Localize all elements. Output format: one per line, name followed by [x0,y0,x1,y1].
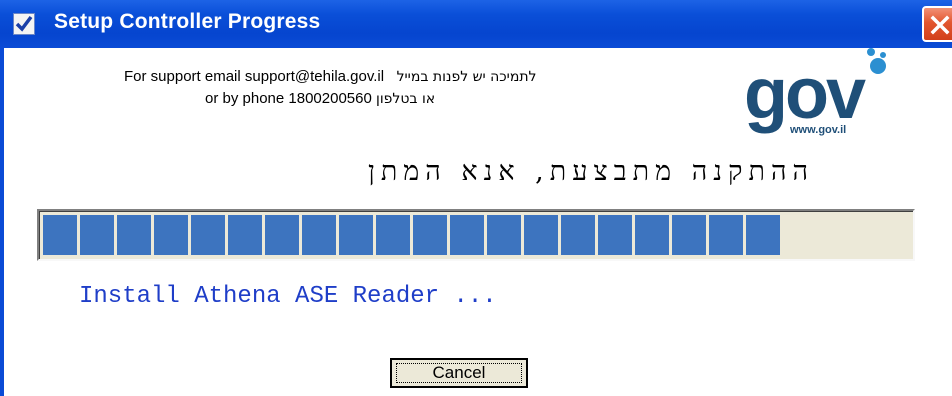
window-frame [0,48,4,396]
progress-block [376,215,410,255]
progress-block [561,215,595,255]
progress-block [450,215,484,255]
progress-block [228,215,262,255]
progress-block [709,215,743,255]
progress-block [635,215,669,255]
support-phone-line: or by phone 1800200560 או בטלפון [205,90,435,107]
support-phone-hebrew: או בטלפון [376,91,436,107]
close-button[interactable] [922,6,952,42]
logo-text: gov [744,54,866,134]
progress-block [117,215,151,255]
progress-block [302,215,336,255]
support-email-text: For support email support@tehila.gov.il [124,68,385,85]
progress-block [413,215,447,255]
support-phone-text: or by phone 1800200560 [205,90,372,107]
logo-url: www.gov.il [790,124,847,136]
progress-fill [43,215,783,255]
status-text: Install Athena ASE Reader ... [79,283,497,310]
support-email-line: For support email support@tehila.gov.il … [124,68,536,85]
progress-block [43,215,77,255]
support-email-hebrew: לתמיכה יש לפנות במייל [396,69,537,85]
progress-block [265,215,299,255]
progress-block [746,215,780,255]
progress-block [598,215,632,255]
title-bar[interactable]: Setup Controller Progress [0,0,952,48]
checkmark-icon [13,13,35,35]
gov-logo: gov www.gov.il [740,48,890,150]
progress-block [191,215,225,255]
progress-block [487,215,521,255]
progress-block [154,215,188,255]
window-title: Setup Controller Progress [54,10,321,33]
close-icon [930,15,950,35]
progress-block [339,215,373,255]
progress-block [524,215,558,255]
cancel-button[interactable]: Cancel [390,358,528,388]
progress-block [672,215,706,255]
cancel-button-label: Cancel [396,363,522,383]
progress-bar [37,209,915,261]
progress-block [80,215,114,255]
installing-heading: ההתקנה מתבצעת, אנא המתן [367,156,814,187]
